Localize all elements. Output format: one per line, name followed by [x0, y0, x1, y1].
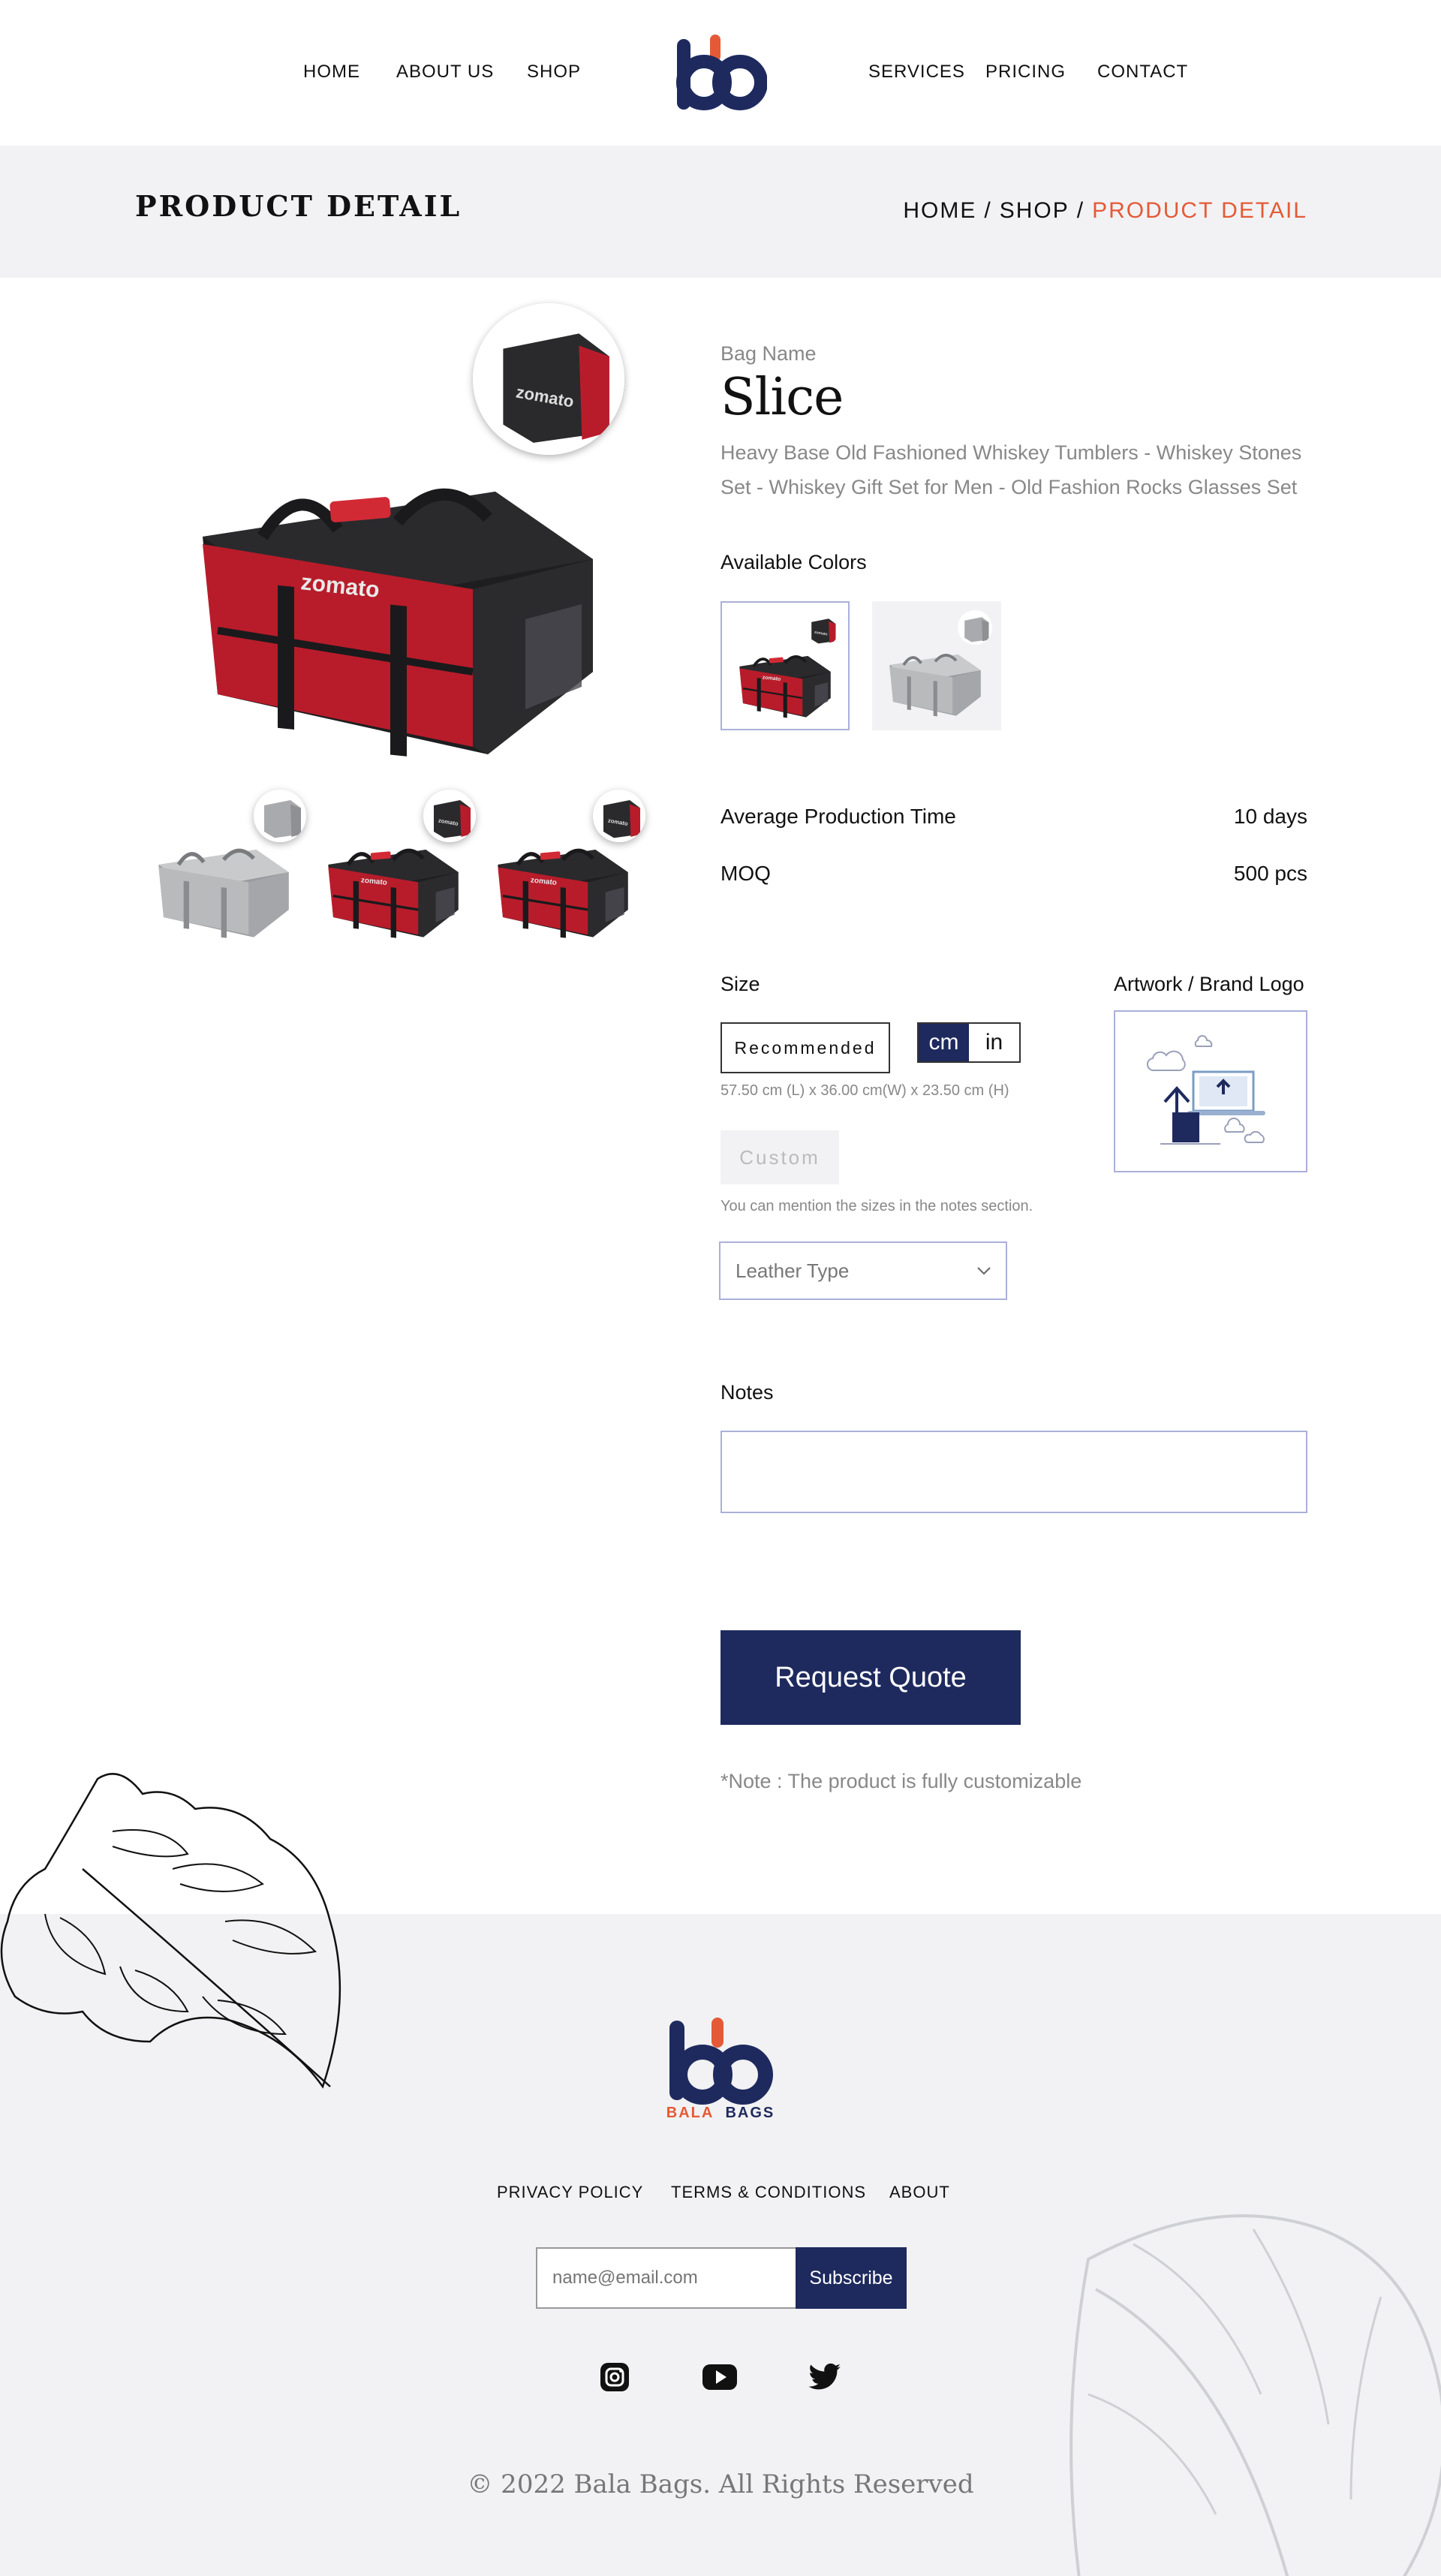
logo-word-bags: BAGS: [725, 2105, 775, 2121]
leather-type-select[interactable]: Leather Type: [719, 1241, 1007, 1300]
breadcrumb-home[interactable]: HOME: [903, 198, 976, 223]
color-swatch-red[interactable]: [720, 601, 850, 730]
color-swatch-grey[interactable]: [872, 601, 1001, 730]
customizable-note: *Note : The product is fully customizabl…: [720, 1770, 1082, 1792]
thumbnail-alt-view: [423, 790, 476, 842]
nav-services[interactable]: SERVICES: [868, 62, 965, 83]
breadcrumb-current: PRODUCT DETAIL: [1092, 198, 1307, 223]
brand-logo[interactable]: [674, 33, 767, 113]
unit-cm-button[interactable]: cm: [919, 1024, 969, 1061]
moq-value: 500 pcs: [1233, 862, 1307, 885]
chevron-down-icon: [977, 1267, 991, 1275]
copyright-text: © 2022 Bala Bags. All Rights Reserved: [467, 2469, 974, 2499]
nav-pricing[interactable]: PRICING: [985, 62, 1066, 83]
thumbnail-grey[interactable]: [149, 790, 306, 947]
thumbnail-alt-view: [254, 790, 306, 842]
nav-shop[interactable]: SHOP: [527, 62, 581, 83]
moq-row: MOQ 500 pcs: [720, 862, 1307, 886]
breadcrumb: HOME / SHOP / PRODUCT DETAIL: [903, 198, 1307, 224]
newsletter-email-input[interactable]: [536, 2247, 797, 2309]
notes-label: Notes: [720, 1381, 774, 1404]
recommended-size-button[interactable]: Recommended: [720, 1022, 890, 1073]
instagram-icon[interactable]: [597, 2360, 632, 2394]
thumbnail-red-2[interactable]: [488, 790, 645, 947]
leaf-decoration-icon: [1069, 2214, 1441, 2576]
footer-link-privacy[interactable]: PRIVACY POLICY: [497, 2183, 643, 2202]
youtube-icon[interactable]: [702, 2360, 737, 2394]
unit-in-button[interactable]: in: [969, 1024, 1019, 1061]
size-dimensions: 57.50 cm (L) x 36.00 cm(W) x 23.50 cm (H…: [720, 1082, 1009, 1099]
page-title: PRODUCT DETAIL: [135, 189, 462, 223]
logo-word-bala: BALA: [666, 2105, 714, 2121]
production-time-label: Average Production Time: [720, 805, 956, 828]
site-header: HOME ABOUT US SHOP SERVICES PRICING CONT…: [0, 0, 1441, 146]
thumbnail-alt-view: [593, 790, 645, 842]
product-name: Slice: [720, 368, 844, 427]
footer-link-about[interactable]: ABOUT: [889, 2183, 950, 2202]
thumbnail-red-1[interactable]: [318, 790, 476, 947]
footer-logo[interactable]: BALA BAGS: [665, 2016, 776, 2129]
breadcrumb-shop[interactable]: SHOP: [1000, 198, 1069, 223]
footer-link-terms[interactable]: TERMS & CONDITIONS: [671, 2183, 866, 2202]
artwork-label: Artwork / Brand Logo: [1114, 973, 1304, 995]
page-title-bar: PRODUCT DETAIL HOME / SHOP / PRODUCT DETAIL: [0, 146, 1441, 278]
breadcrumb-separator: /: [984, 198, 992, 223]
moq-label: MOQ: [720, 862, 771, 885]
size-label: Size: [720, 973, 760, 995]
available-colors-label: Available Colors: [720, 551, 867, 573]
subscribe-button[interactable]: Subscribe: [796, 2247, 907, 2309]
product-description: Heavy Base Old Fashioned Whiskey Tumbler…: [720, 441, 1302, 498]
nav-contact[interactable]: CONTACT: [1097, 62, 1188, 83]
artwork-upload-area[interactable]: [1114, 1010, 1307, 1172]
leather-type-placeholder: Leather Type: [736, 1259, 850, 1282]
twitter-icon[interactable]: [808, 2360, 842, 2394]
unit-toggle: cm in: [917, 1022, 1021, 1063]
main-product-image: [173, 447, 623, 762]
notes-textarea[interactable]: [720, 1431, 1307, 1513]
upload-illustration-icon: [1146, 1035, 1265, 1145]
custom-size-button[interactable]: Custom: [720, 1130, 839, 1184]
main-image-alt-view[interactable]: [473, 303, 624, 455]
breadcrumb-separator: /: [1076, 198, 1085, 223]
nav-about[interactable]: ABOUT US: [396, 62, 494, 83]
leaf-outline-decoration-icon: [0, 1773, 341, 2089]
brand-logo-mark: [669, 2018, 773, 2105]
production-time-row: Average Production Time 10 days: [720, 805, 1307, 829]
request-quote-button[interactable]: Request Quote: [720, 1630, 1021, 1725]
bag-name-label: Bag Name: [720, 342, 817, 365]
custom-size-hint: You can mention the sizes in the notes s…: [720, 1198, 1033, 1214]
nav-home[interactable]: HOME: [303, 62, 360, 83]
production-time-value: 10 days: [1233, 805, 1307, 828]
